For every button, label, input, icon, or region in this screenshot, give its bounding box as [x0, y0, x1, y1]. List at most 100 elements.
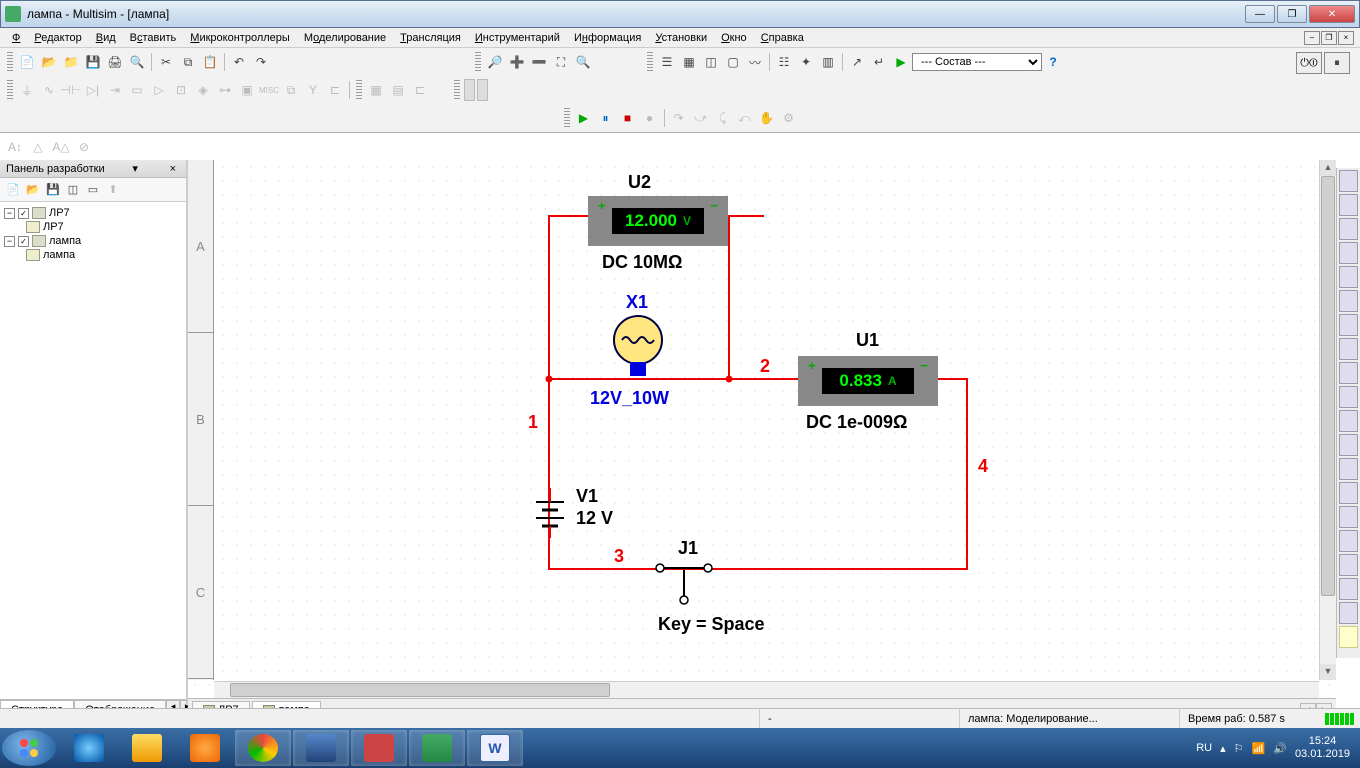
toolbar-grip[interactable]: [7, 52, 13, 72]
sp-up-button[interactable]: ⬆: [104, 181, 122, 199]
go-button[interactable]: ▶: [890, 51, 912, 73]
menu-tools[interactable]: Инструментарий: [469, 30, 566, 46]
wave-button[interactable]: 〰: [744, 51, 766, 73]
sp-save-button[interactable]: 💾: [44, 181, 62, 199]
tray-arrow-icon[interactable]: ▴: [1220, 742, 1226, 755]
sim-pause-button[interactable]: ⏸: [595, 107, 617, 129]
menu-options[interactable]: Установки: [649, 30, 713, 46]
compose-select[interactable]: --- Состав ---: [912, 53, 1042, 71]
tree-project-1[interactable]: −✓ ЛР7: [4, 206, 182, 220]
menu-transfer[interactable]: Трансляция: [394, 30, 467, 46]
toolbar-grip[interactable]: [475, 52, 481, 72]
taskbar-save[interactable]: [293, 730, 349, 766]
sim-step3-button[interactable]: ⤹: [712, 107, 734, 129]
sim-pause2-button[interactable]: ⏸: [1324, 52, 1350, 74]
sim-stop-button[interactable]: ■: [617, 107, 639, 129]
tray-clock[interactable]: 15:2403.01.2019: [1295, 735, 1350, 761]
zoom-in-button[interactable]: ➕: [506, 51, 528, 73]
schematic-canvas[interactable]: A B C U2 +− 12.000V: [188, 160, 1336, 698]
cut-button[interactable]: ✂: [155, 51, 177, 73]
comp-transistor-button[interactable]: ⇥: [104, 79, 126, 101]
open2-button[interactable]: 📁: [60, 51, 82, 73]
comp-cap-button[interactable]: ⊣⊢: [60, 79, 82, 101]
tray-lang[interactable]: RU: [1196, 742, 1212, 754]
wire[interactable]: [728, 215, 730, 380]
instr-distort[interactable]: [1339, 434, 1358, 456]
place-a-button[interactable]: A△: [50, 136, 72, 158]
tool6-button[interactable]: ↗: [846, 51, 868, 73]
comp-conn-button[interactable]: ⊶: [214, 79, 236, 101]
undo-button[interactable]: ↶: [228, 51, 250, 73]
scrollbar-thumb[interactable]: [230, 683, 610, 697]
hier3-button[interactable]: ⊏: [409, 79, 431, 101]
sidepanel-close[interactable]: ×: [166, 163, 180, 175]
hier1-button[interactable]: ▦: [365, 79, 387, 101]
list-button[interactable]: ☰: [656, 51, 678, 73]
close-button[interactable]: ✕: [1309, 5, 1355, 23]
comp-misc-label[interactable]: MISC: [258, 79, 280, 101]
toolbar-grip[interactable]: [564, 108, 570, 128]
help-button[interactable]: ?: [1042, 51, 1064, 73]
sp-new-button[interactable]: 📄: [4, 181, 22, 199]
comp-port-button[interactable]: ⊏: [324, 79, 346, 101]
sp-tile-button[interactable]: ◫: [64, 181, 82, 199]
design-tree[interactable]: −✓ ЛР7 ЛР7 −✓ лампа лампа: [0, 202, 186, 699]
wire[interactable]: [548, 568, 968, 570]
comp-resistor-button[interactable]: ∿: [38, 79, 60, 101]
system-tray[interactable]: RU ▴ ⚐ 📶 🔊 15:2403.01.2019: [1188, 735, 1358, 761]
new-button[interactable]: 📄: [16, 51, 38, 73]
comp-ground-button[interactable]: ⏚: [16, 79, 38, 101]
taskbar-word[interactable]: W: [467, 730, 523, 766]
toolbar-grip[interactable]: [647, 52, 653, 72]
instr-agilent2[interactable]: [1339, 530, 1358, 552]
taskbar-ie[interactable]: [61, 730, 117, 766]
menu-file[interactable]: Ф: [6, 30, 26, 46]
maximize-button[interactable]: ❐: [1277, 5, 1307, 23]
place-text-button[interactable]: A↕: [4, 136, 26, 158]
open-button[interactable]: 📂: [38, 51, 60, 73]
comp-y-button[interactable]: Y: [302, 79, 324, 101]
vertical-scrollbar[interactable]: ▲ ▼: [1319, 160, 1336, 680]
instr-scope[interactable]: [1339, 242, 1358, 264]
zoom-out-button[interactable]: ➖: [528, 51, 550, 73]
mdi-minimize[interactable]: –: [1304, 31, 1320, 45]
toolbar-grip[interactable]: [356, 80, 362, 100]
sim-switch-button[interactable]: ⏻⏼: [1296, 52, 1322, 74]
instr-current-probe[interactable]: [1339, 626, 1358, 648]
tray-flag-icon[interactable]: ⚐: [1234, 742, 1244, 755]
instr-logic-conv[interactable]: [1339, 386, 1358, 408]
comp-misc3-button[interactable]: ▣: [236, 79, 258, 101]
tree-project-2[interactable]: −✓ лампа: [4, 234, 182, 248]
instr-wattmeter[interactable]: [1339, 218, 1358, 240]
sidepanel-pin[interactable]: ▾: [128, 162, 142, 175]
menu-simulate[interactable]: Моделирование: [298, 30, 392, 46]
tool5-button[interactable]: ▥: [817, 51, 839, 73]
ammeter-u1[interactable]: +− 0.833A: [798, 356, 938, 406]
taskbar-media[interactable]: [177, 730, 233, 766]
paste-button[interactable]: 📋: [199, 51, 221, 73]
instr-bode[interactable]: [1339, 290, 1358, 312]
comp-bus-button[interactable]: ⧉: [280, 79, 302, 101]
comp-misc1-button[interactable]: ⊡: [170, 79, 192, 101]
tray-sound-icon[interactable]: 🔊: [1273, 742, 1287, 755]
tray-net-icon[interactable]: 📶: [1252, 742, 1266, 755]
comp-opamp-button[interactable]: ▷: [148, 79, 170, 101]
redo-button[interactable]: ↷: [250, 51, 272, 73]
zoom-area-button[interactable]: 🔍: [572, 51, 594, 73]
instr-spectrum[interactable]: [1339, 458, 1358, 480]
mdi-close[interactable]: ×: [1338, 31, 1354, 45]
copy-button[interactable]: ⧉: [177, 51, 199, 73]
instr-probe[interactable]: [1339, 578, 1358, 600]
tree-file-1[interactable]: ЛР7: [4, 220, 182, 234]
menu-help[interactable]: Справка: [755, 30, 810, 46]
zoom-fit-button[interactable]: ⛶: [550, 51, 572, 73]
instr-funcgen[interactable]: [1339, 194, 1358, 216]
taskbar-explorer[interactable]: [119, 730, 175, 766]
start-button[interactable]: [2, 730, 56, 766]
menu-mcu[interactable]: Микроконтроллеры: [184, 30, 296, 46]
tool2-button[interactable]: ▢: [722, 51, 744, 73]
wire[interactable]: [548, 215, 550, 380]
comp-misc2-button[interactable]: ◈: [192, 79, 214, 101]
instr-logic[interactable]: [1339, 362, 1358, 384]
place-x-button[interactable]: ⊘: [73, 136, 95, 158]
